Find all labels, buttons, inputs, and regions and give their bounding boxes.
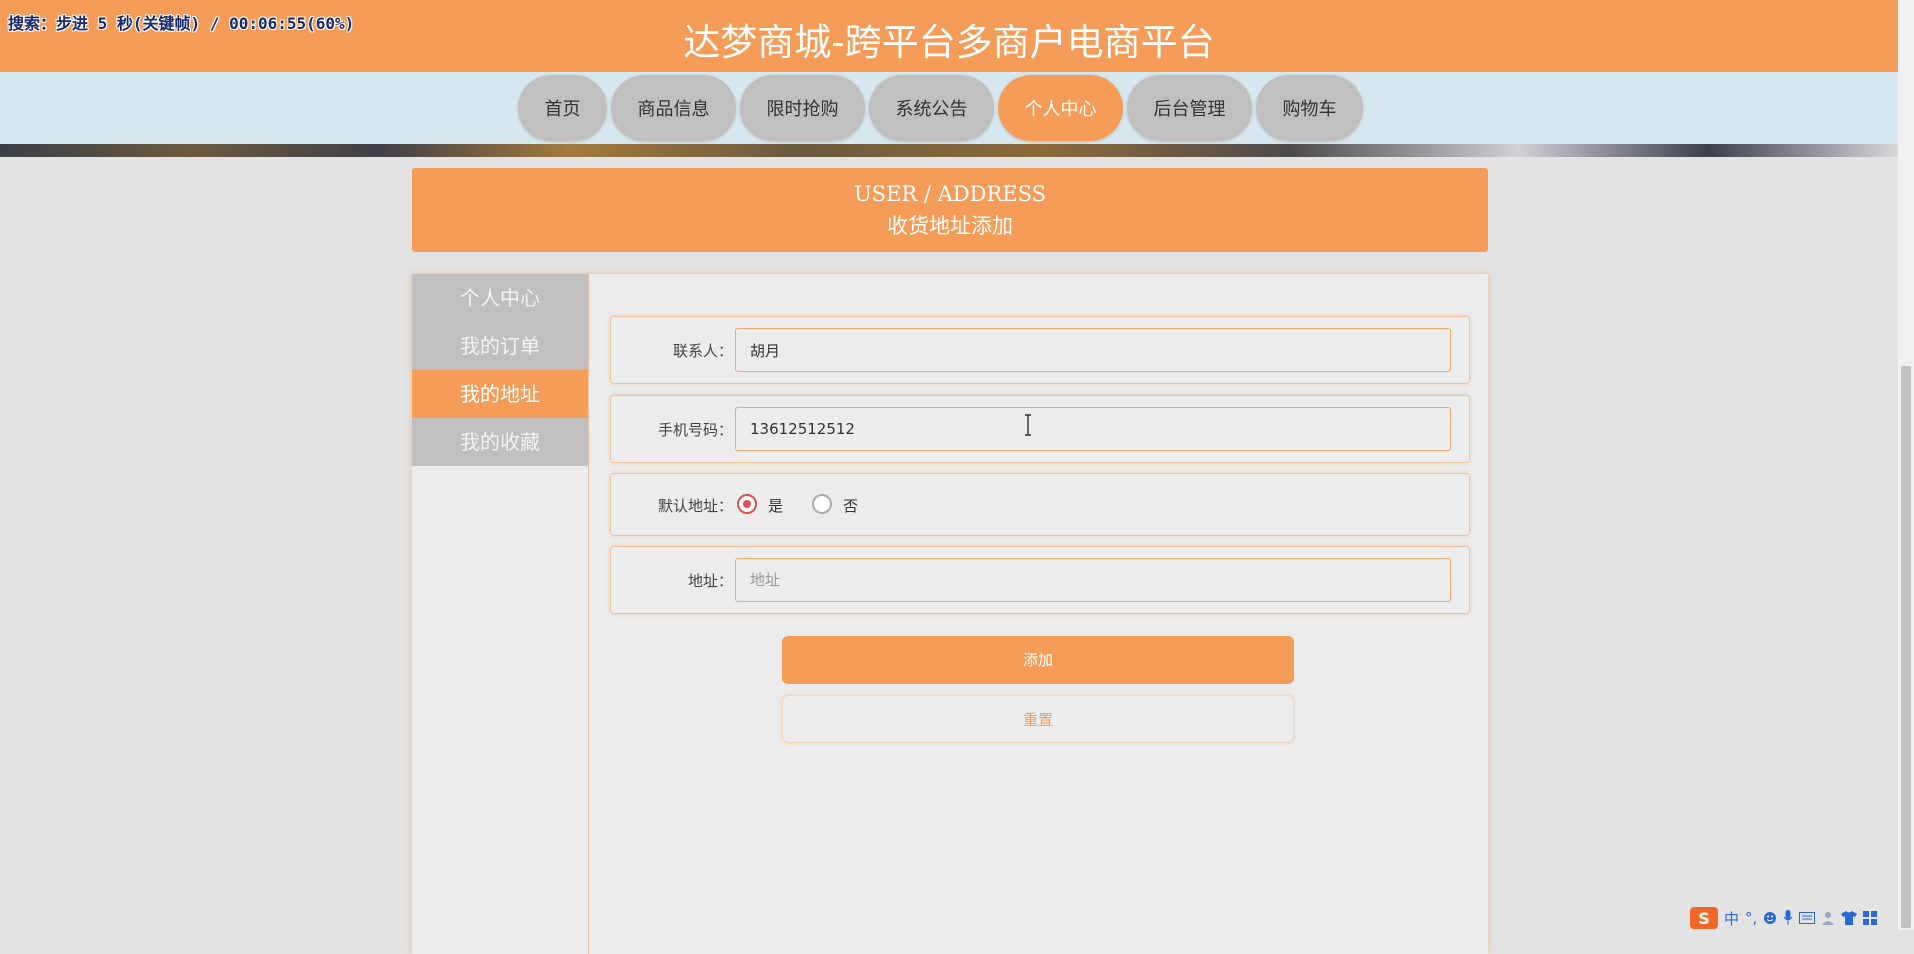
nav-item-home[interactable]: 首页 <box>518 75 607 141</box>
ime-punct-toggle[interactable]: °, <box>1745 909 1757 927</box>
nav-item-admin[interactable]: 后台管理 <box>1127 75 1252 141</box>
radio-default-yes[interactable] <box>737 494 757 514</box>
video-overlay-text: 搜索：步进 5 秒(关键帧) / 00:06:55(60%) <box>8 14 355 33</box>
page-heading-en: USER / ADDRESS <box>853 182 1047 206</box>
smile-icon[interactable] <box>1763 911 1777 925</box>
radio-default-no[interactable] <box>812 494 832 514</box>
form-row-phone: 手机号码： <box>610 395 1470 463</box>
scrollbar-thumb[interactable] <box>1901 366 1911 928</box>
shirt-icon[interactable] <box>1841 911 1858 925</box>
nav-item-flash-sale[interactable]: 限时抢购 <box>740 75 865 141</box>
add-button[interactable]: 添加 <box>782 636 1294 684</box>
ime-lang-toggle[interactable]: 中 <box>1724 908 1739 929</box>
keyboard-icon[interactable] <box>1799 912 1816 924</box>
user-icon[interactable] <box>1821 911 1835 925</box>
ime-toolbar: S 中 °, <box>1690 906 1914 930</box>
side-divider <box>588 274 589 954</box>
side-item-my-address[interactable]: 我的地址 <box>412 370 588 418</box>
radio-no-label: 否 <box>843 497 859 515</box>
nav-item-cart[interactable]: 购物车 <box>1256 75 1363 141</box>
default-address-label: 默认地址： <box>657 497 733 515</box>
grid-icon[interactable] <box>1863 911 1878 925</box>
address-label: 地址： <box>687 572 733 590</box>
nav-item-user-center[interactable]: 个人中心 <box>998 75 1123 141</box>
sogou-logo-icon[interactable]: S <box>1690 907 1718 929</box>
phone-label: 手机号码： <box>657 421 733 439</box>
page-heading-cn: 收货地址添加 <box>887 214 1013 238</box>
nav-item-products[interactable]: 商品信息 <box>611 75 736 141</box>
mic-icon[interactable] <box>1783 910 1793 926</box>
contact-field[interactable] <box>735 328 1451 372</box>
radio-yes-label: 是 <box>768 497 784 515</box>
nav-item-announcements[interactable]: 系统公告 <box>869 75 994 141</box>
nav-menu: 首页 商品信息 限时抢购 系统公告 个人中心 后台管理 购物车 <box>518 75 1363 141</box>
banner-image-strip <box>0 144 1898 157</box>
text-cursor-icon <box>1025 414 1031 436</box>
side-item-user-center[interactable]: 个人中心 <box>412 274 588 322</box>
side-menu: 个人中心 我的订单 我的地址 我的收藏 <box>412 274 588 466</box>
reset-button[interactable]: 重置 <box>782 695 1294 743</box>
page-heading: USER / ADDRESS 收货地址添加 <box>412 168 1488 252</box>
phone-field[interactable] <box>735 407 1451 451</box>
content-panel: 个人中心 我的订单 我的地址 我的收藏 联系人： 手机号码： 默认地址： 是 否… <box>412 274 1488 954</box>
form-row-default: 默认地址： 是 否 <box>610 473 1470 536</box>
address-field[interactable] <box>735 558 1451 602</box>
form-row-contact: 联系人： <box>610 316 1470 384</box>
side-item-my-favorites[interactable]: 我的收藏 <box>412 418 588 466</box>
side-item-my-orders[interactable]: 我的订单 <box>412 322 588 370</box>
form-row-address: 地址： <box>610 546 1470 614</box>
contact-label: 联系人： <box>672 342 733 360</box>
